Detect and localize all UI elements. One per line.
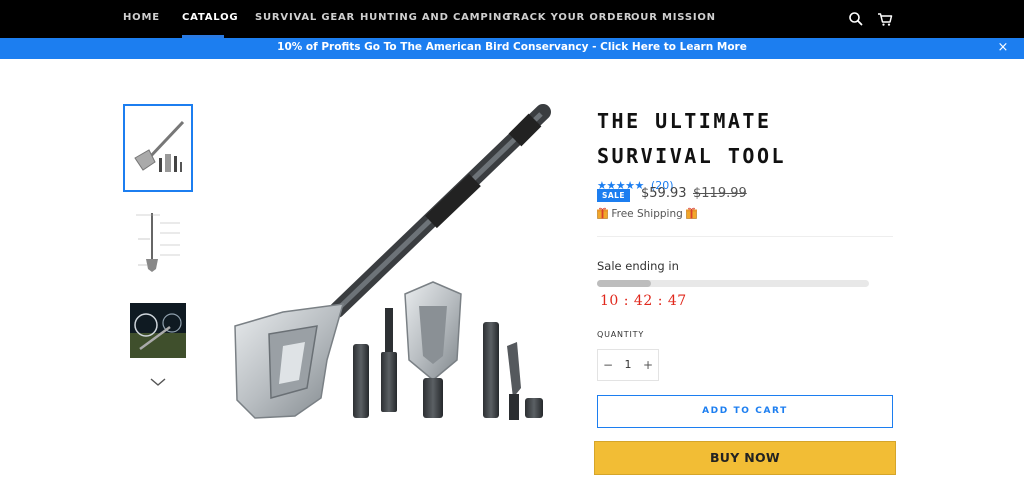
sale-progress-fill [597,280,652,287]
nav-item-survival-gear[interactable]: SURVIVAL GEAR [255,12,355,23]
thumbnail-dimension-diagram[interactable] [130,209,186,274]
gift-icon [686,207,698,219]
thumbnail-shovel-kit[interactable] [123,104,193,192]
search-icon[interactable] [847,10,865,28]
free-shipping-note: Free Shipping [597,207,698,220]
quantity-stepper: − + [597,349,659,381]
nav-item-catalog[interactable]: CATALOG [182,12,238,23]
main-product-image[interactable] [225,98,555,428]
cart-icon[interactable] [876,10,894,28]
product-title: THE ULTIMATE SURVIVAL TOOL [597,109,787,168]
section-divider [597,236,893,237]
quantity-decrease-button[interactable]: − [598,350,618,380]
nav-item-our-mission[interactable]: OUR MISSION [631,12,716,23]
sale-progress-bar [597,280,869,287]
sale-badge: SALE [597,189,630,202]
thumbnail-field-photo[interactable] [130,303,186,358]
nav-item-home[interactable]: HOME [123,12,160,23]
quantity-input[interactable] [618,350,638,380]
quantity-label: QUANTITY [597,330,645,339]
sale-price: $59.93 [641,186,687,201]
chevron-down-icon[interactable] [148,374,168,388]
quantity-increase-button[interactable]: + [638,350,658,380]
close-icon[interactable]: × [996,40,1010,56]
countdown-timer: 10 : 42 : 47 [600,293,687,309]
sale-ending-label: Sale ending in [597,259,679,273]
free-shipping-label: Free Shipping [611,208,683,220]
gift-icon [597,207,608,219]
compare-at-price: $119.99 [693,186,747,201]
nav-item-hunting-and-camping[interactable]: HUNTING AND CAMPING [360,12,511,23]
top-nav: HOME CATALOG SURVIVAL GEAR HUNTING AND C… [0,0,1024,38]
add-to-cart-button[interactable]: ADD TO CART [597,395,893,428]
nav-item-track-your-order[interactable]: TRACK YOUR ORDER [505,12,632,23]
announcement-bar: 10% of Profits Go To The American Bird C… [0,38,1024,59]
buy-now-button[interactable]: BUY NOW [594,441,896,475]
announcement-link[interactable]: 10% of Profits Go To The American Bird C… [0,41,1024,53]
